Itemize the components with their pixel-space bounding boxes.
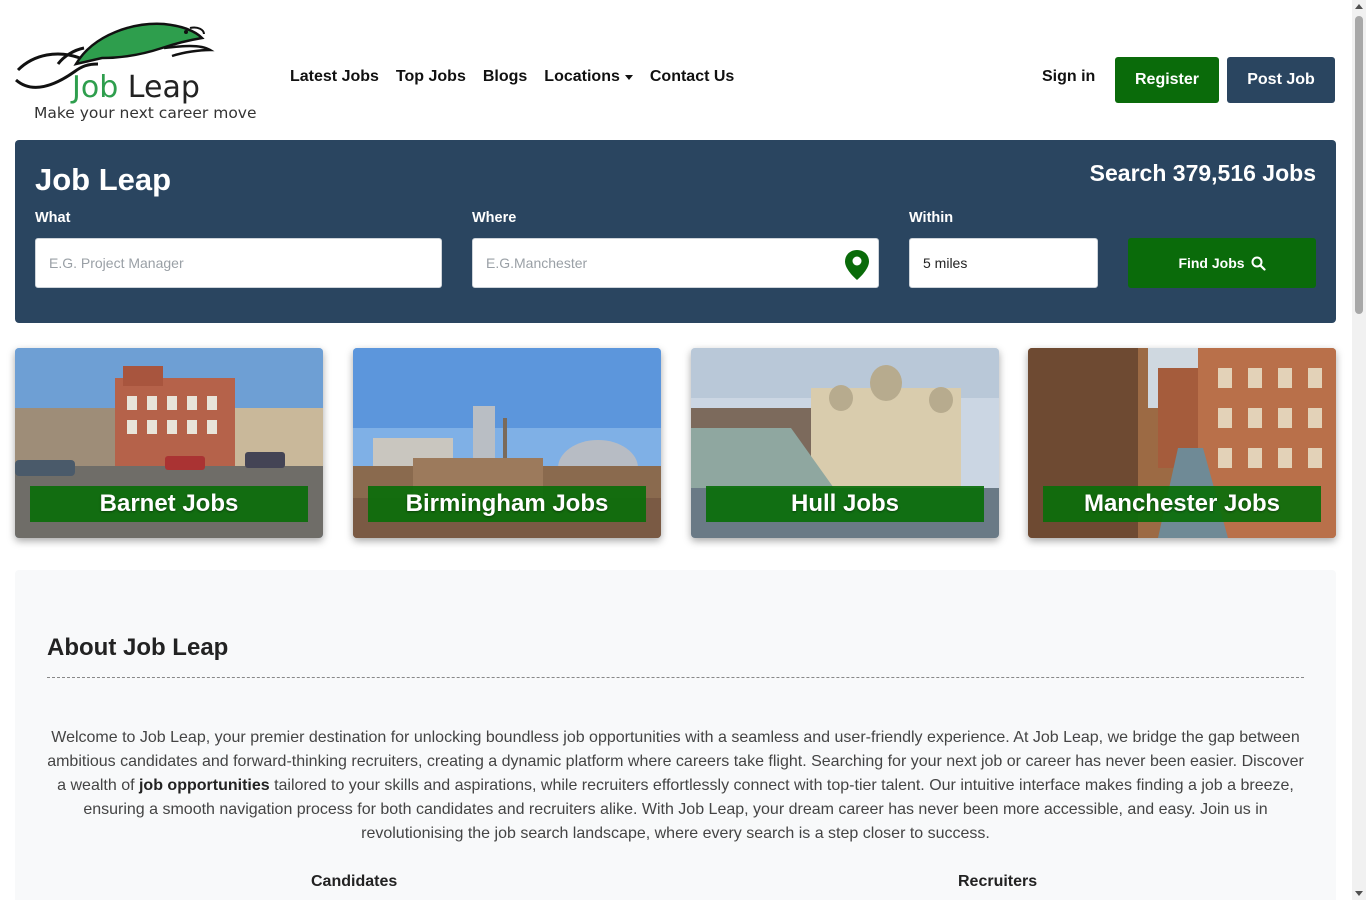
city-card-label: Birmingham Jobs: [368, 486, 646, 522]
about-paragraph: Welcome to Job Leap, your premier destin…: [43, 726, 1308, 846]
nav-label: Blogs: [482, 68, 528, 85]
recruiters-heading: Recruiters: [958, 873, 1038, 890]
main-nav: Latest Jobs Top Jobs Blogs Locations Con…: [290, 68, 751, 86]
about-title: About Job Leap: [47, 634, 229, 661]
sign-in-link[interactable]: Sign in: [1042, 68, 1095, 86]
where-placeholder: E.G.Manchester: [486, 255, 588, 271]
scroll-up-arrow-icon[interactable]: [1355, 4, 1363, 9]
job-search-panel: Job Leap Search 379,516 Jobs What E.G. P…: [15, 140, 1336, 323]
city-card-barnet[interactable]: Barnet Jobs: [15, 348, 323, 538]
search-icon: [1251, 256, 1266, 271]
logo-word-leap: Leap: [127, 70, 200, 105]
within-value: 5 miles: [923, 255, 968, 271]
page-scrollbar[interactable]: [1352, 0, 1366, 900]
search-panel-title: Job Leap: [35, 162, 172, 197]
nav-blogs[interactable]: Blogs: [483, 68, 527, 86]
logo-word-job: Job: [72, 70, 119, 105]
logo-text: Job Leap: [72, 70, 200, 105]
what-label: What: [35, 210, 71, 226]
scroll-down-arrow-icon[interactable]: [1355, 891, 1363, 896]
city-card-birmingham[interactable]: Birmingham Jobs: [353, 348, 661, 538]
nav-contact-us[interactable]: Contact Us: [650, 68, 734, 86]
register-button[interactable]: Register: [1115, 57, 1219, 103]
city-card-label: Manchester Jobs: [1043, 486, 1321, 522]
city-card-label: Hull Jobs: [706, 486, 984, 522]
within-label: Within: [909, 210, 954, 226]
caret-down-icon: [624, 74, 633, 80]
scrollbar-thumb[interactable]: [1355, 16, 1363, 314]
nav-top-jobs[interactable]: Top Jobs: [396, 68, 466, 86]
what-input[interactable]: E.G. Project Manager: [35, 238, 442, 288]
nav-label: Latest Jobs: [290, 68, 379, 85]
job-opportunities-link[interactable]: job opportunities: [139, 777, 270, 794]
find-jobs-button[interactable]: Find Jobs: [1128, 238, 1316, 288]
what-placeholder: E.G. Project Manager: [49, 255, 184, 271]
location-pin-icon[interactable]: [844, 249, 870, 281]
where-label: Where: [472, 210, 517, 226]
within-select[interactable]: 5 miles: [909, 238, 1098, 288]
about-section: About Job Leap Welcome to Job Leap, your…: [15, 570, 1336, 900]
post-job-button[interactable]: Post Job: [1227, 57, 1335, 103]
site-header: Job Leap Make your next career move Late…: [0, 0, 1352, 140]
city-card-hull[interactable]: Hull Jobs: [691, 348, 999, 538]
nav-label: Top Jobs: [395, 68, 466, 85]
about-divider: [47, 677, 1304, 678]
job-count-heading: Search 379,516 Jobs: [1089, 160, 1316, 186]
nav-locations-dropdown[interactable]: Locations: [544, 68, 633, 86]
candidates-heading: Candidates: [311, 873, 398, 890]
nav-label: Locations: [544, 68, 620, 85]
city-card-manchester[interactable]: Manchester Jobs: [1028, 348, 1336, 538]
find-jobs-label: Find Jobs: [1178, 255, 1245, 271]
nav-label: Contact Us: [649, 68, 735, 85]
job-leap-logo[interactable]: Job Leap Make your next career move: [14, 14, 257, 124]
city-card-label: Barnet Jobs: [30, 486, 308, 522]
nav-latest-jobs[interactable]: Latest Jobs: [290, 68, 379, 86]
logo-tagline: Make your next career move: [34, 104, 257, 122]
where-input[interactable]: E.G.Manchester: [472, 238, 879, 288]
